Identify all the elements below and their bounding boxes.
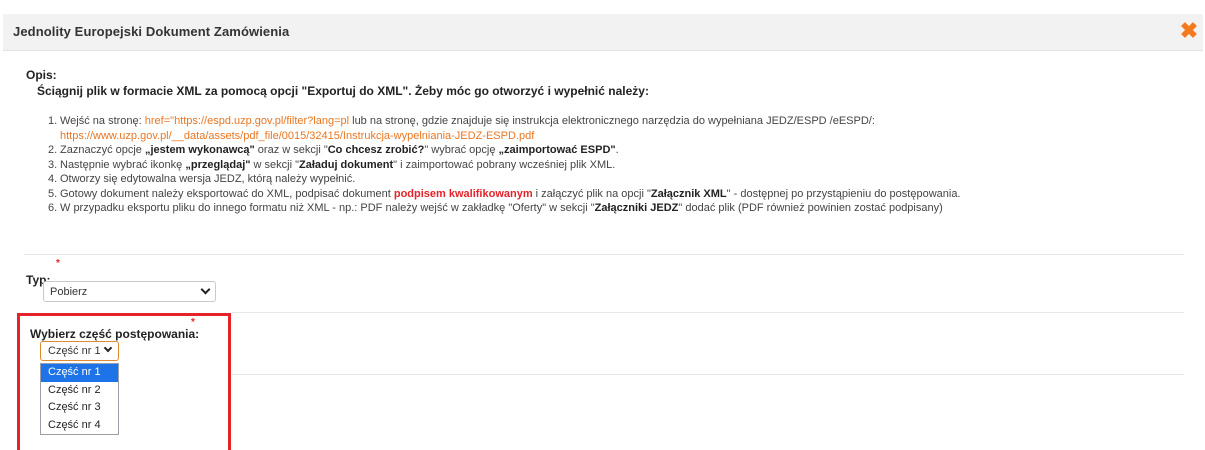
step-6: 6. W przypadku eksportu pliku do innego f… — [48, 202, 943, 214]
description-heading: Ściągnij plik w formacie XML za pomocą o… — [37, 84, 649, 98]
step-4: 4. Otworzy się edytowalna wersja JEDZ, kt… — [48, 173, 356, 185]
description-section: Opis: Ściągnij plik w formacie XML za po… — [26, 68, 1186, 98]
step-1: 1. Wejść na stronę: href="https://espd.uz… — [48, 115, 875, 127]
chevron-down-icon — [103, 343, 113, 353]
section-divider — [232, 312, 1184, 313]
part-select[interactable]: Część nr 1 — [40, 341, 119, 361]
section-divider — [24, 254, 1184, 255]
part-select-value: Część nr 1 — [48, 345, 101, 357]
espd-link[interactable]: href="https://espd.uzp.gov.pl/filter?lan… — [145, 115, 349, 127]
jedz-dialog: Jednolity Europejski Dokument Zamówienia… — [0, 0, 1205, 450]
close-icon[interactable]: ✖ — [1178, 20, 1200, 42]
instruction-pdf-link[interactable]: https://www.uzp.gov.pl/__data/assets/pdf… — [60, 130, 534, 142]
typ-select[interactable]: Pobierz — [43, 281, 216, 302]
instruction-steps: 1. Wejść na stronę: href="https://espd.uz… — [48, 114, 1188, 216]
part-label: Wybierz część postępowania: — [30, 327, 200, 341]
part-dropdown-list: Część nr 1 Część nr 2 Część nr 3 Część n… — [40, 363, 119, 435]
step-5: 5. Gotowy dokument należy eksportować do … — [48, 187, 961, 200]
step-1-continued: https://www.uzp.gov.pl/__data/assets/pdf… — [48, 129, 1188, 144]
part-option[interactable]: Część nr 4 — [41, 417, 118, 435]
chevron-down-icon — [200, 284, 211, 295]
required-marker: * — [56, 258, 60, 269]
part-option[interactable]: Część nr 2 — [41, 382, 118, 400]
dialog-header: Jednolity Europejski Dokument Zamówienia… — [3, 14, 1203, 51]
step-2: 2. Zaznaczyć opcje „jestem wykonawcą" ora… — [48, 144, 619, 156]
section-divider — [232, 374, 1184, 375]
dialog-title: Jednolity Europejski Dokument Zamówienia — [13, 24, 290, 39]
part-option[interactable]: Część nr 3 — [41, 399, 118, 417]
step-3: 3. Następnie wybrać ikonkę „przeglądaj" w… — [48, 158, 616, 171]
typ-select-value: Pobierz — [50, 286, 88, 298]
description-label: Opis: — [26, 68, 57, 82]
part-option[interactable]: Część nr 1 — [41, 364, 118, 382]
